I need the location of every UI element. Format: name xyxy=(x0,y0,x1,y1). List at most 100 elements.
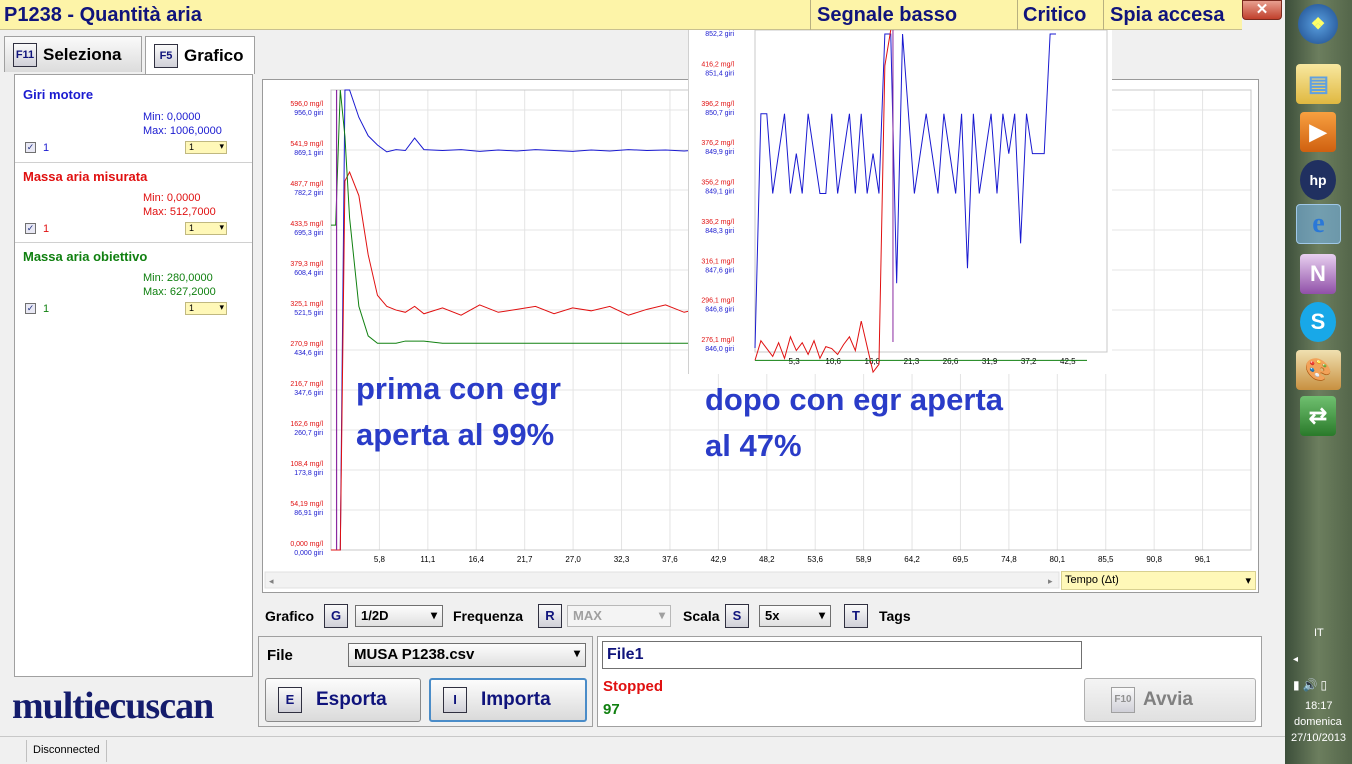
x-tick-label: 53,6 xyxy=(807,555,823,564)
title-bar: P1238 - Quantità aria Segnale basso Crit… xyxy=(0,0,1242,30)
annotation-line: prima con egr xyxy=(356,371,561,406)
y-tick-label-rpm: 782,2 giri xyxy=(294,190,323,197)
tab-seleziona[interactable]: F11 Seleziona xyxy=(4,36,142,72)
inset-chart: 5,3 10,6 16,0 21,3 26,6 31,9 37,2 42,5846,0 gir… xyxy=(701,30,1108,374)
signal-checkbox[interactable]: ✓ xyxy=(25,303,36,314)
scala-select[interactable]: 5x xyxy=(759,605,831,627)
annotation-line: aperta al 99% xyxy=(356,417,555,452)
tray-expand-icon[interactable]: ◂ xyxy=(1293,654,1298,665)
signal-count: 1 xyxy=(43,142,50,154)
y-tick-label-mass: 0,000 mg/l xyxy=(290,541,323,548)
scroll-right-icon: ▸ xyxy=(1048,576,1053,586)
signal-max: Max: 512,7000 xyxy=(143,206,216,218)
sample-count: 97 xyxy=(603,701,620,718)
tags-key[interactable]: T xyxy=(844,604,868,628)
file-select[interactable]: MUSA P1238.csv xyxy=(348,643,586,667)
start-key: F10 xyxy=(1111,687,1135,713)
y-tick-label-mass: 487,7 mg/l xyxy=(290,181,323,188)
start-button[interactable]: F10 Avvia xyxy=(1084,678,1256,722)
divider xyxy=(1103,0,1104,30)
y-tick-label-rpm: 521,5 giri xyxy=(294,310,323,317)
app-logo: multiecuscan xyxy=(12,685,214,727)
onenote-icon[interactable]: N xyxy=(1300,254,1336,294)
signal-max: Max: 1006,0000 xyxy=(143,125,222,137)
y-tick-label-mass: 541,9 mg/l xyxy=(290,141,323,148)
annotation-line: al 47% xyxy=(705,428,802,463)
clock-date: 27/10/2013 xyxy=(1291,732,1347,744)
signal-scale-select[interactable]: 1 xyxy=(185,302,227,315)
x-tick-label: 10,6 xyxy=(825,357,841,366)
x-tick-label: 58,9 xyxy=(856,555,872,564)
x-tick-label: 37,6 xyxy=(662,555,678,564)
import-label: Importa xyxy=(481,689,551,710)
signal-count: 1 xyxy=(43,303,50,315)
grafico-key[interactable]: G xyxy=(324,604,348,628)
y-tick-label-rpm: 850,7 giri xyxy=(705,110,734,117)
x-tick-label: 85,5 xyxy=(1098,555,1114,564)
close-button[interactable]: ✕ xyxy=(1242,0,1282,20)
y-tick-label-rpm: 695,3 giri xyxy=(294,230,323,237)
divider xyxy=(810,0,811,30)
title-signal: Segnale basso xyxy=(817,4,958,26)
signal-min: Min: 0,0000 xyxy=(143,192,201,204)
y-tick-label-rpm: 846,0 giri xyxy=(705,346,734,353)
signal-count: 1 xyxy=(43,223,50,235)
export-button[interactable]: E Esporta xyxy=(265,678,421,722)
x-axis-select-value: Tempo (Δt) xyxy=(1065,574,1119,586)
y-tick-label-mass: 316,1 mg/l xyxy=(701,258,734,265)
y-tick-label-mass: 325,1 mg/l xyxy=(290,301,323,308)
signal-scale-select[interactable]: 1 xyxy=(185,222,227,235)
x-axis-select[interactable]: Tempo (Δt) ▾ xyxy=(1061,571,1256,590)
x-tick-label: 16,4 xyxy=(468,555,484,564)
y-tick-label-mass: 162,6 mg/l xyxy=(290,421,323,428)
grafico-select[interactable]: 1/2D xyxy=(355,605,443,627)
y-tick-label-mass: 270,9 mg/l xyxy=(290,341,323,348)
signal-item[interactable]: Massa aria obiettivo Min: 280,0000 Max: … xyxy=(15,243,252,323)
language-indicator[interactable]: IT xyxy=(1314,627,1324,639)
signal-name: Massa aria obiettivo xyxy=(23,249,148,264)
grafico-label: Grafico xyxy=(265,608,315,624)
paint-icon[interactable]: 🎨 xyxy=(1296,350,1341,390)
signal-checkbox[interactable]: ✓ xyxy=(25,142,36,153)
scala-key[interactable]: S xyxy=(725,604,749,628)
y-tick-label-rpm: 852,2 giri xyxy=(705,31,734,38)
y-tick-label-rpm: 260,7 giri xyxy=(294,430,323,437)
media-player-icon[interactable]: ▶ xyxy=(1300,112,1336,152)
x-tick-label: 90,8 xyxy=(1146,555,1162,564)
export-key: E xyxy=(278,687,302,713)
divider xyxy=(1017,0,1018,30)
signal-checkbox[interactable]: ✓ xyxy=(25,223,36,234)
x-tick-label: 42,9 xyxy=(711,555,727,564)
frequenza-select[interactable]: MAX xyxy=(567,605,671,627)
hp-icon[interactable]: hp xyxy=(1300,160,1336,200)
signal-scale-select[interactable]: 1 xyxy=(185,141,227,154)
status-bar: Disconnected xyxy=(0,736,1285,764)
y-tick-label-rpm: 846,8 giri xyxy=(705,307,734,314)
y-tick-label-rpm: 849,9 giri xyxy=(705,149,734,156)
windows-taskbar: ❖ ▤ ▶ hp e N S 🎨 ⇄ IT ◂ ▮🔊▯ 18:17 domeni… xyxy=(1285,0,1352,764)
tray-icons[interactable]: ▮🔊▯ xyxy=(1293,678,1330,692)
x-tick-label: 5,8 xyxy=(374,555,386,564)
y-tick-label-rpm: 956,0 giri xyxy=(294,110,323,117)
frequenza-key[interactable]: R xyxy=(538,604,562,628)
start-label: Avvia xyxy=(1143,689,1193,710)
clock-time[interactable]: 18:17 xyxy=(1305,700,1333,712)
y-tick-label-mass: 216,7 mg/l xyxy=(290,381,323,388)
import-button[interactable]: I Importa xyxy=(429,678,587,722)
tab-grafico[interactable]: F5 Grafico xyxy=(145,36,255,74)
scroll-left-icon: ◂ xyxy=(269,576,274,586)
chevron-down-icon: ▾ xyxy=(1245,575,1251,587)
signal-max: Max: 627,2000 xyxy=(143,286,216,298)
plot-border xyxy=(754,30,1108,353)
connection-status: Disconnected xyxy=(26,740,107,762)
signal-item[interactable]: Massa aria misurata Min: 0,0000 Max: 512… xyxy=(15,163,252,243)
folder-icon[interactable]: ▤ xyxy=(1296,64,1341,104)
internet-explorer-icon[interactable]: e xyxy=(1296,204,1341,244)
network-icon[interactable]: ⇄ xyxy=(1300,396,1336,436)
file-name-input[interactable]: File1 xyxy=(602,641,1082,669)
tab-label: Seleziona xyxy=(43,44,122,64)
skype-icon[interactable]: S xyxy=(1300,302,1336,342)
x-tick-label: 27,0 xyxy=(565,555,581,564)
signal-item[interactable]: Giri motore Min: 0,0000 Max: 1006,0000 ✓… xyxy=(15,75,252,163)
start-orb-icon[interactable]: ❖ xyxy=(1298,4,1338,44)
